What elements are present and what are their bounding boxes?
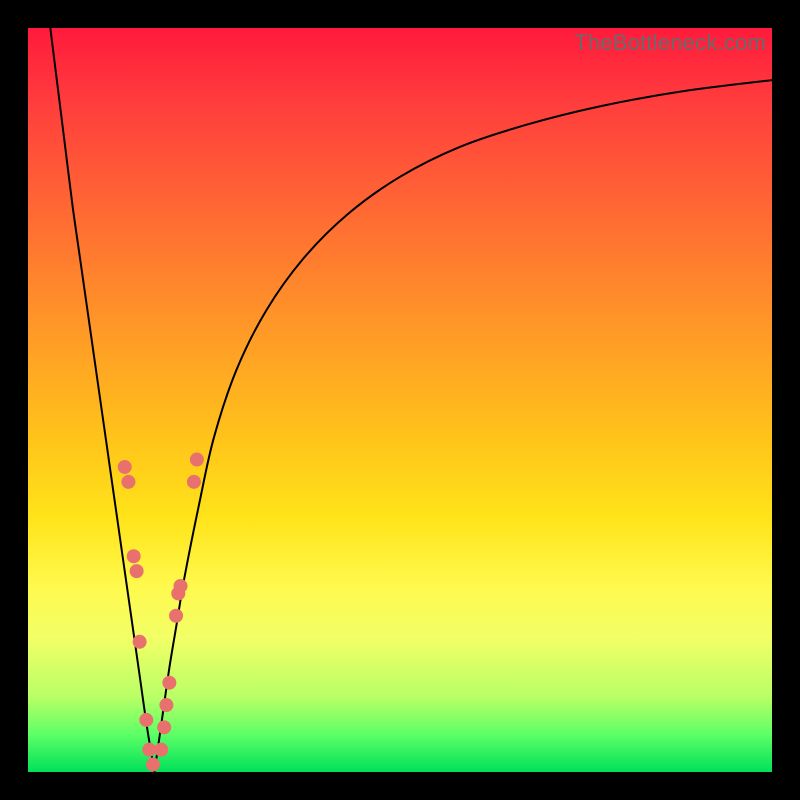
chart-svg: [28, 28, 772, 772]
dot-left-6: [139, 713, 153, 727]
dot-right-8: [187, 475, 201, 489]
dot-left-2: [121, 475, 135, 489]
dot-right-1: [154, 743, 168, 757]
dot-left-1: [118, 460, 132, 474]
curve-right: [154, 80, 772, 772]
dot-right-7: [174, 579, 188, 593]
dot-right-3: [159, 698, 173, 712]
dot-left-5: [133, 635, 147, 649]
dot-left-7: [142, 743, 156, 757]
curve-left: [50, 28, 154, 772]
dot-right-4: [162, 676, 176, 690]
dot-left-4: [130, 564, 144, 578]
dot-right-9: [190, 453, 204, 467]
plot-area: TheBottleneck.com: [28, 28, 772, 772]
dot-right-2: [157, 720, 171, 734]
dot-left-3: [127, 549, 141, 563]
frame: TheBottleneck.com: [0, 0, 800, 800]
dot-left-8: [146, 758, 160, 772]
dot-right-5: [169, 609, 183, 623]
